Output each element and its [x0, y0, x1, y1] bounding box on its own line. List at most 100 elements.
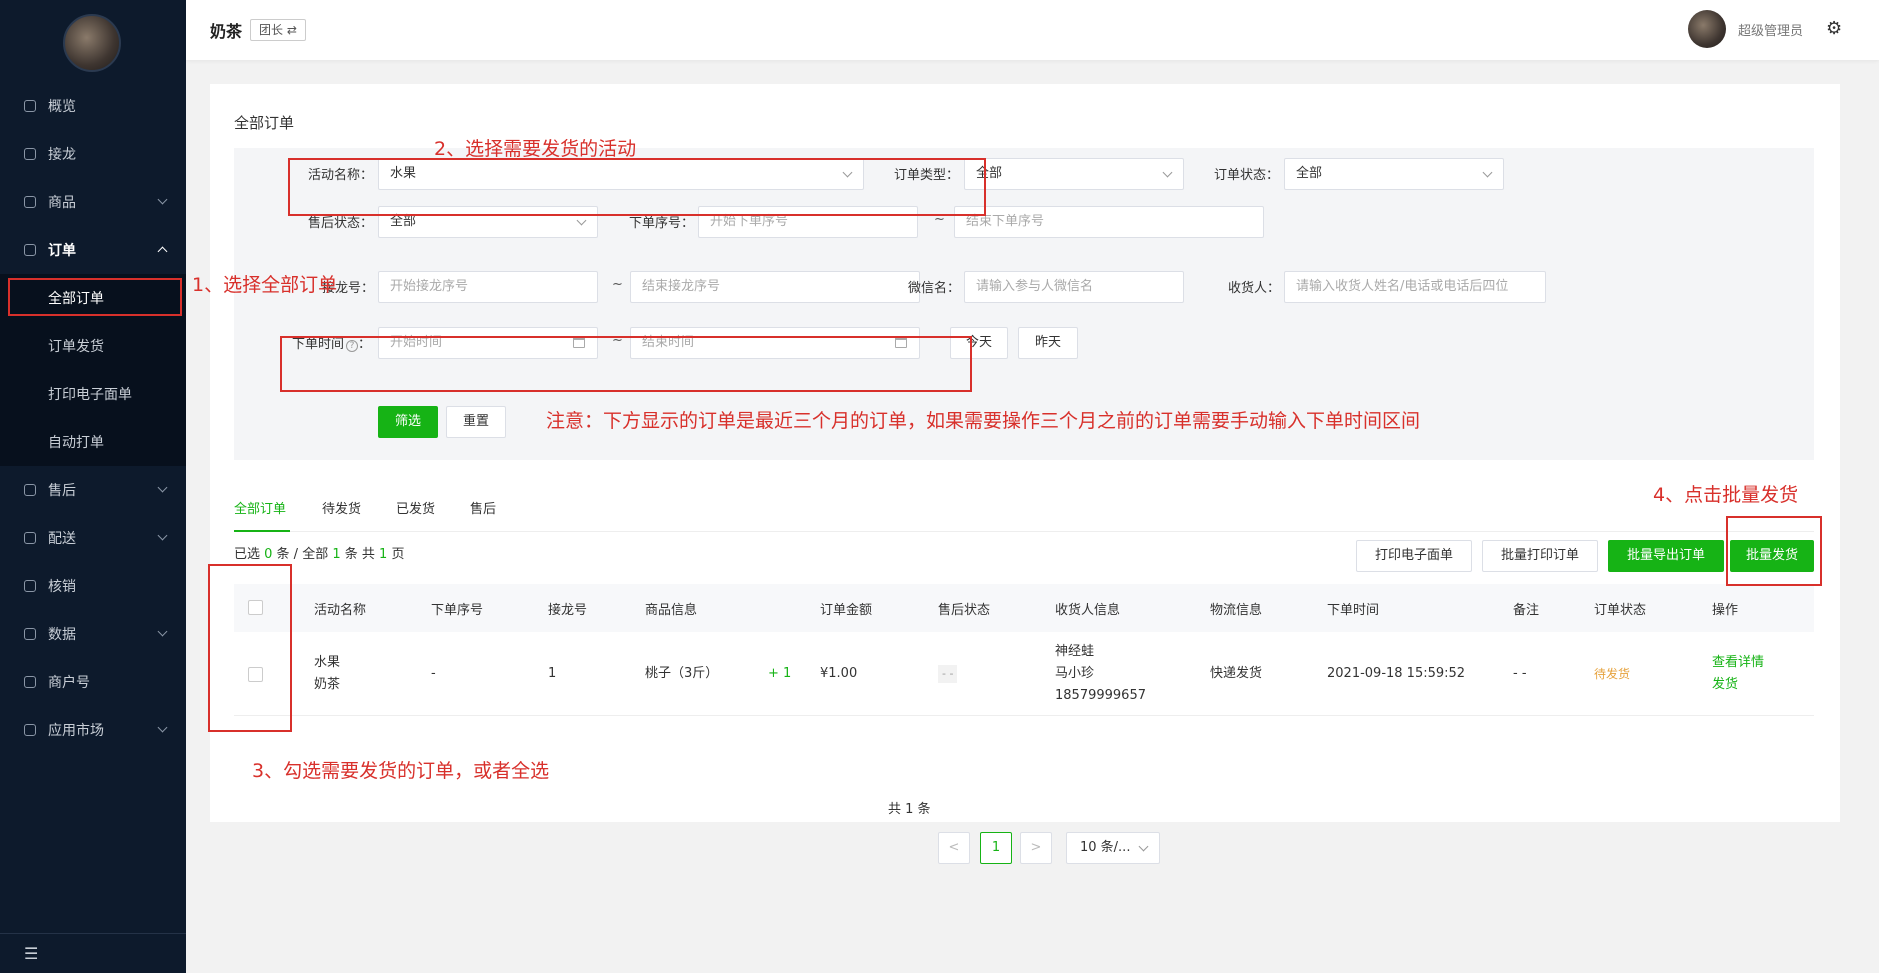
row-qty: + 1: [768, 666, 792, 681]
tab-shipped[interactable]: 已发货: [396, 498, 435, 517]
page-title: 全部订单: [234, 114, 295, 132]
col-remark: 备注: [1513, 603, 1540, 618]
col-product: 商品信息: [645, 603, 698, 618]
sidebar-item-orders[interactable]: 订单: [0, 226, 186, 274]
store-title: 奶茶: [210, 22, 243, 41]
annotation-step-3: 3、勾选需要发货的订单，或者全选: [252, 760, 550, 782]
col-jielong: 接龙号: [548, 603, 588, 618]
sidebar-nav: 概览 接龙 商品 订单 全部订单 订单发货 打印电子面单 自动打单 售后 配送 …: [0, 82, 186, 754]
sidebar-item-jielong[interactable]: 接龙: [0, 130, 186, 178]
sidebar-item-merchant[interactable]: 商户号: [0, 658, 186, 706]
sidebar-item-app-market[interactable]: 应用市场: [0, 706, 186, 754]
truck-icon: [24, 532, 36, 544]
user-avatar[interactable]: [1688, 10, 1726, 48]
chevron-down-icon: [1138, 841, 1149, 852]
col-time: 下单时间: [1327, 603, 1380, 618]
sidebar-item-data[interactable]: 数据: [0, 610, 186, 658]
row-status-badge: 待发货: [1594, 667, 1631, 681]
sidebar-item-label: 售后: [48, 483, 76, 499]
reset-button[interactable]: 重置: [446, 406, 506, 438]
range-separator: ~: [612, 277, 623, 292]
sidebar-subitem-auto-print[interactable]: 自动打单: [0, 418, 186, 466]
user-name[interactable]: 超级管理员: [1738, 20, 1803, 39]
table-header: 活动名称 下单序号 接龙号 商品信息 订单金额 售后状态 收货人信息 物流信息 …: [234, 584, 1814, 632]
gear-icon[interactable]: ⚙: [1826, 20, 1842, 38]
chart-icon: [24, 628, 36, 640]
sidebar-collapse-button[interactable]: ☰: [0, 933, 186, 973]
row-amount: ¥1.00: [820, 666, 858, 681]
sidebar-subitem-ship-orders[interactable]: 订单发货: [0, 322, 186, 370]
top-header: 奶茶 团长 ⇄ 超级管理员 ⚙: [186, 0, 1879, 60]
wechat-input[interactable]: 请输入参与人微信名: [964, 271, 1184, 303]
tab-pending-ship[interactable]: 待发货: [322, 498, 361, 517]
chevron-up-icon: [157, 246, 168, 257]
tab-all-orders[interactable]: 全部订单: [234, 498, 286, 517]
pagination-prev[interactable]: <: [938, 832, 970, 864]
row-remark: - -: [1513, 666, 1527, 681]
sidebar-subitem-print-waybill[interactable]: 打印电子面单: [0, 370, 186, 418]
menu-icon: ☰: [24, 944, 39, 963]
annotation-box-checkbox: [208, 564, 292, 732]
jielong-start-input[interactable]: 开始接龙序号: [378, 271, 598, 303]
seq-end-input[interactable]: 结束下单序号: [954, 206, 1264, 238]
sidebar-item-verify[interactable]: 核销: [0, 562, 186, 610]
sidebar-item-label: 应用市场: [48, 723, 104, 739]
chevron-down-icon: [157, 530, 168, 541]
sidebar-item-after-sale[interactable]: 售后: [0, 466, 186, 514]
sidebar-item-label: 概览: [48, 99, 76, 115]
sidebar-item-overview[interactable]: 概览: [0, 82, 186, 130]
sidebar-item-label: 接龙: [48, 147, 76, 163]
yesterday-button[interactable]: 昨天: [1018, 327, 1078, 359]
print-waybill-button[interactable]: 打印电子面单: [1356, 540, 1472, 572]
row-jielong: 1: [548, 666, 557, 681]
receiver-input[interactable]: 请输入收货人姓名/电话或电话后四位: [1284, 271, 1546, 303]
chevron-down-icon: [157, 722, 168, 733]
sidebar-item-label: 商品: [48, 195, 76, 211]
sidebar-item-delivery[interactable]: 配送: [0, 514, 186, 562]
sidebar-item-goods[interactable]: 商品: [0, 178, 186, 226]
annotation-box-time: [280, 336, 972, 392]
sidebar-item-label: 商户号: [48, 675, 90, 691]
row-product: 桃子（3斤）: [645, 666, 719, 681]
pagination-page-1[interactable]: 1: [980, 832, 1012, 864]
batch-export-button[interactable]: 批量导出订单: [1608, 540, 1724, 572]
jielong-end-input[interactable]: 结束接龙序号: [630, 271, 920, 303]
after-sale-select-value: 全部: [390, 214, 417, 229]
sidebar-subitem-label: 打印电子面单: [48, 387, 132, 403]
view-detail-link[interactable]: 查看详情: [1712, 652, 1764, 674]
row-receiver-nick: 神经蛙: [1055, 644, 1095, 659]
chevron-down-icon: [576, 215, 587, 226]
col-logistics: 物流信息: [1210, 603, 1263, 618]
document-icon: [24, 244, 36, 256]
logo-avatar: [63, 14, 121, 72]
ship-link[interactable]: 发货: [1712, 674, 1738, 696]
table-row: 水果 奶茶 - 1 桃子（3斤） + 1 ¥1.00 - - 神经蛙 马小珍 1…: [234, 632, 1814, 716]
tab-active-indicator: [234, 530, 290, 532]
order-type-select[interactable]: 全部: [964, 158, 1184, 190]
sidebar-item-label: 数据: [48, 627, 76, 643]
annotation-box-batch-ship: [1726, 516, 1822, 586]
receipt-icon: [24, 484, 36, 496]
chevron-down-icon: [157, 626, 168, 637]
pagination-next[interactable]: >: [1020, 832, 1052, 864]
sidebar-subitem-label: 订单发货: [48, 339, 104, 355]
row-receiver-phone: 18579999657: [1055, 688, 1146, 703]
tab-after-sale[interactable]: 售后: [470, 498, 496, 517]
annotation-step-1: 1、选择全部订单: [192, 274, 338, 296]
selection-summary: 已选 0 条 / 全部 1 条 共 1 页: [234, 547, 405, 562]
role-switch-button[interactable]: 团长 ⇄: [250, 19, 306, 41]
sidebar: 概览 接龙 商品 订单 全部订单 订单发货 打印电子面单 自动打单 售后 配送 …: [0, 0, 186, 973]
col-receiver: 收货人信息: [1055, 603, 1121, 618]
check-icon: [24, 580, 36, 592]
sidebar-item-label: 核销: [48, 579, 76, 595]
app-icon: [24, 724, 36, 736]
wechat-label: 微信名：: [908, 281, 961, 296]
search-button[interactable]: 筛选: [378, 406, 438, 438]
batch-print-button[interactable]: 批量打印订单: [1482, 540, 1598, 572]
row-activity: 水果: [314, 655, 341, 670]
order-status-select[interactable]: 全部: [1284, 158, 1504, 190]
row-time: 2021-09-18 15:59:52: [1327, 666, 1466, 681]
page-size-select[interactable]: 10 条/...: [1066, 832, 1160, 864]
chevron-down-icon: [1482, 167, 1493, 178]
col-status: 订单状态: [1594, 603, 1647, 618]
